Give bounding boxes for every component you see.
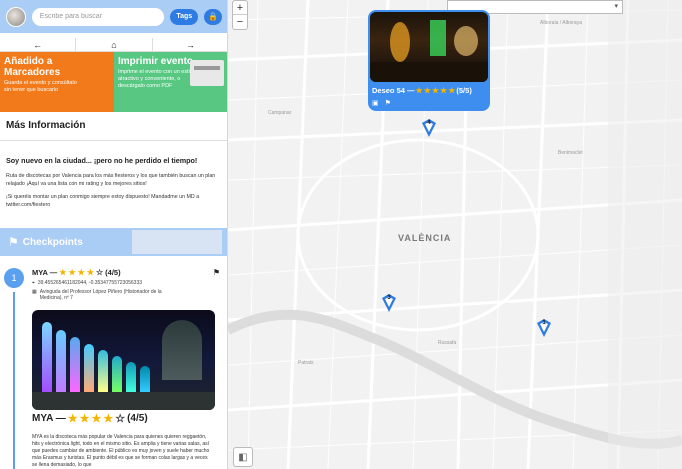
timeline-line (13, 292, 15, 469)
nav-row: ← ⌂ → (0, 38, 227, 52)
coords-text: 39.455265461182044, -0.35347755723056333 (37, 280, 143, 286)
print-card-text: Imprime el evento con un estilo atractiv… (118, 69, 195, 89)
checkpoint-number[interactable]: 1 (4, 268, 24, 288)
star-icon: ★ (79, 413, 90, 425)
star-icon: ★ (448, 86, 456, 95)
pin-number: 3 (387, 295, 391, 301)
bookmark-card-title: Añadido a Marcadores (4, 56, 61, 78)
checkpoints-label: Checkpoints (22, 236, 83, 248)
divider (0, 140, 227, 141)
pin-number: 4 (427, 120, 431, 126)
popup-rating: (5/5) (456, 86, 472, 95)
map-label: Campanar (268, 110, 292, 116)
printer-icon (190, 60, 224, 86)
qr-icon[interactable]: ▣ (372, 99, 379, 107)
side-panel: Tags 🔒 ← ⌂ → Añadido a Marcadores Guarda… (0, 0, 228, 469)
star-icon: ★ (67, 413, 78, 425)
map-pin[interactable]: 1 (536, 318, 552, 338)
address-text: Avinguda del Professor López Piñero (His… (39, 289, 162, 301)
info-title: Más Información (6, 120, 86, 131)
zoom-control: + − (232, 0, 248, 30)
flag-icon: ⚑ (8, 235, 19, 249)
pin-number: 1 (542, 320, 546, 326)
back-arrow-icon[interactable]: ← (0, 38, 77, 51)
map-label: Benimaclet (558, 150, 583, 156)
tags-button[interactable]: Tags (170, 8, 199, 25)
star-icon: ★ (431, 86, 440, 95)
star-icon: ★ (59, 268, 67, 277)
map-label: Russafa (438, 340, 457, 346)
popup-actions: ▣ ⚑ (372, 99, 391, 107)
flag-icon[interactable]: ⚑ (213, 268, 220, 277)
lock-icon[interactable]: 🔒 (204, 8, 222, 25)
zoom-in-button[interactable]: + (233, 1, 247, 15)
checkpoints-map-thumbnail (132, 230, 222, 254)
search-input[interactable] (31, 7, 165, 26)
flag-icon[interactable]: ⚑ (385, 99, 391, 107)
star-icon: ★ (68, 268, 76, 277)
venue-photo[interactable] (32, 310, 215, 410)
zoom-out-button[interactable]: − (233, 15, 247, 29)
forward-arrow-icon[interactable]: → (153, 38, 227, 51)
checkpoint-big-name: MYA — (32, 413, 66, 424)
map-pin[interactable]: 3 (381, 293, 397, 313)
map-label: Patraix (298, 360, 314, 366)
layers-icon[interactable]: ◧ (233, 447, 253, 467)
bookmark-card-text: Guarda el evento y consúltalo sin tener … (4, 80, 77, 93)
checkpoint-name: MYA — (32, 268, 58, 277)
print-card[interactable]: Imprimir evento Imprime el evento con un… (114, 52, 227, 112)
star-icon: ★ (103, 413, 114, 425)
checkpoint-description: MYA es la discoteca más popular de Valen… (32, 434, 210, 468)
info-body: Soy nuevo en la ciudad... ¡pero no he pe… (6, 156, 220, 215)
star-icon: ★ (440, 86, 448, 95)
star-icon: ★ (423, 86, 431, 95)
star-icon: ★ (415, 86, 423, 95)
location-icon: ⌖ (32, 280, 35, 286)
building-icon: ▦ (32, 289, 37, 295)
checkpoint-rating: (4/5) (105, 268, 121, 277)
map-pin[interactable]: 4 (421, 118, 437, 138)
star-icon: ★ (91, 413, 102, 425)
avatar[interactable] (6, 6, 26, 27)
checkpoint-title: MYA — ★ ★ ★ ★ ☆ (4/5) (32, 268, 121, 277)
star-icon: ★ (86, 268, 94, 277)
top-bar: Tags 🔒 (0, 0, 227, 33)
info-paragraph: ¡Si queréis montar un plan conmigo siemp… (6, 194, 200, 208)
info-paragraph: Ruta de discotecas por Valencia para los… (6, 173, 216, 187)
checkpoint-item: 1 MYA — ★ ★ ★ ★ ☆ (4/5) ⚑ ⌖ 39.455265461… (0, 262, 227, 469)
coords-row: ⌖ 39.455265461182044, -0.353477557230563… (32, 280, 142, 286)
info-heading: Soy nuevo en la ciudad... ¡pero no he pe… (6, 156, 198, 165)
checkpoints-header: ⚑ Checkpoints (0, 228, 227, 256)
map-label: Alboraia / Alboraya (540, 20, 582, 26)
checkpoint-big-rating: (4/5) (127, 413, 148, 424)
map-popup[interactable]: Deseo 54 — ★ ★ ★ ★ ★ (5/5) ▣ ⚑ (368, 10, 490, 111)
city-label: VALÈNCIA (398, 233, 452, 243)
popup-name: Deseo 54 — (372, 86, 415, 95)
star-empty-icon: ☆ (95, 268, 104, 277)
home-icon[interactable]: ⌂ (76, 38, 153, 51)
star-icon: ★ (77, 268, 85, 277)
address-row: ▦ Avinguda del Professor López Piñero (H… (32, 289, 162, 301)
promo-cards: Añadido a Marcadores Guarda el evento y … (0, 52, 227, 112)
star-empty-icon: ☆ (115, 413, 126, 425)
popup-title: Deseo 54 — ★ ★ ★ ★ ★ (5/5) (372, 86, 472, 95)
popup-photo[interactable] (370, 12, 488, 82)
checkpoint-big-title: MYA — ★ ★ ★ ★ ☆ (4/5) (32, 412, 148, 425)
bookmark-card[interactable]: Añadido a Marcadores Guarda el evento y … (0, 52, 114, 112)
